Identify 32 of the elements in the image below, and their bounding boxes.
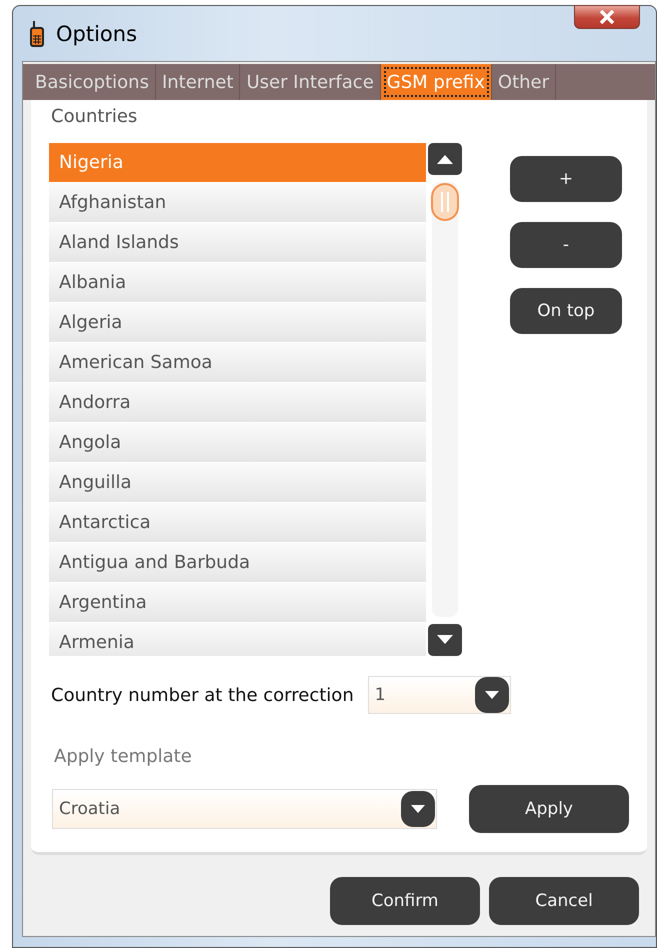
country-number-dropdown[interactable]: 1	[368, 676, 511, 714]
confirm-button[interactable]: Confirm	[330, 877, 480, 925]
country-list-item[interactable]: Algeria	[49, 303, 426, 343]
on-top-button[interactable]: On top	[510, 288, 622, 334]
dropdown-caret-icon[interactable]	[474, 677, 509, 713]
mobile-phone-icon	[30, 20, 44, 46]
country-list-item[interactable]: Andorra	[49, 383, 426, 423]
country-list-item[interactable]: Aland Islands	[49, 223, 426, 263]
country-list-item[interactable]: Anguilla	[49, 463, 426, 503]
scrollbar-drawing[interactable]	[428, 182, 462, 617]
field-label: Country number at the correction	[51, 684, 354, 706]
field-label: Apply template	[54, 746, 193, 767]
country-list-item[interactable]: Armenia	[49, 623, 426, 656]
cancel-button[interactable]: Cancel	[489, 877, 639, 925]
close-icon[interactable]	[599, 10, 615, 24]
add-button[interactable]: +	[510, 156, 622, 202]
country-list-item[interactable]: Afghanistan	[49, 183, 426, 223]
country-list-item[interactable]: Argentina	[49, 583, 426, 623]
country-list-item[interactable]: American Samoa	[49, 343, 426, 383]
country-list-item[interactable]: Antigua and Barbuda	[49, 543, 426, 583]
scroll-up-icon[interactable]	[428, 143, 462, 175]
close-button[interactable]	[574, 5, 640, 29]
section-title: Countries	[51, 106, 138, 127]
dropdown-caret-icon[interactable]	[401, 791, 435, 827]
window-title: Options	[56, 22, 138, 46]
remove-button[interactable]: -	[510, 222, 622, 268]
template-dropdown[interactable]: Croatia	[52, 789, 437, 829]
country-list-item[interactable]: Angola	[49, 423, 426, 463]
apply-button[interactable]: Apply	[469, 785, 629, 833]
country-list-item[interactable]: Antarctica	[49, 503, 426, 543]
scroll-down-icon[interactable]	[428, 624, 462, 656]
country-list-item[interactable]: Albania	[49, 263, 426, 303]
